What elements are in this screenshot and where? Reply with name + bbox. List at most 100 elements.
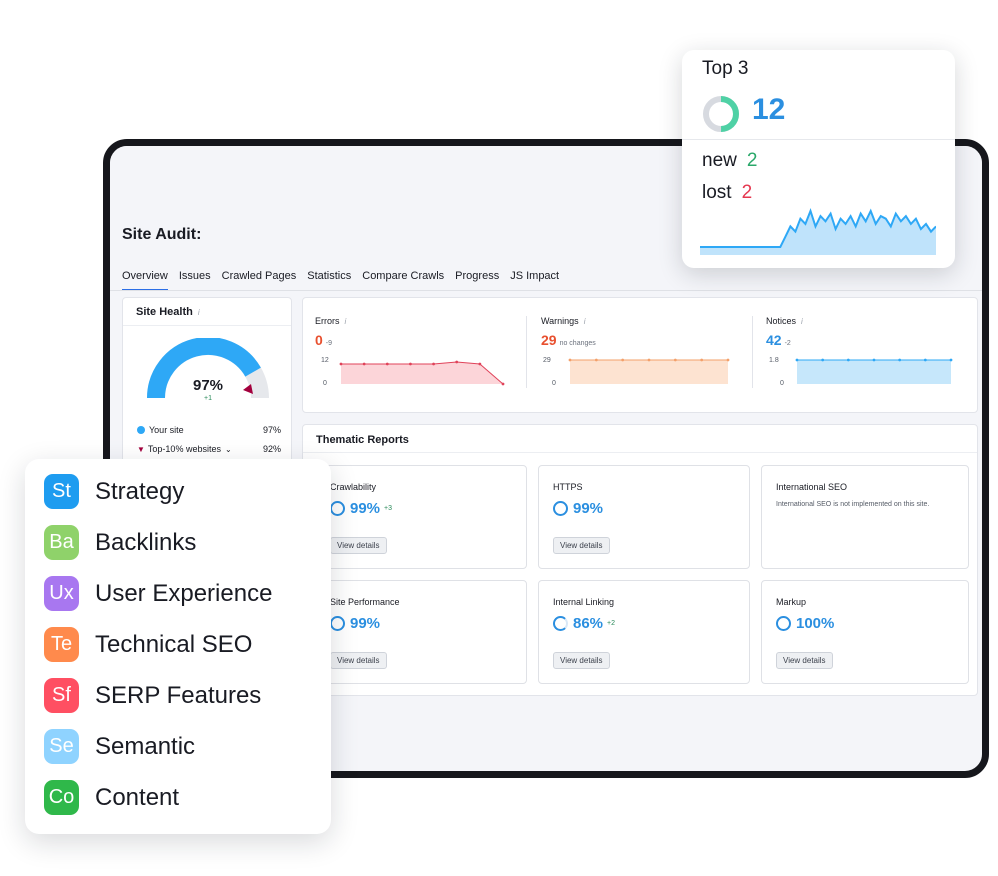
sparkline-point (362, 362, 366, 366)
info-icon[interactable]: i (198, 308, 200, 317)
technical-seo-badge-icon: Te (44, 627, 79, 662)
strategy-badge-icon: St (44, 474, 79, 509)
report-internal-linking[interactable]: Internal Linking 86% +2 View details (538, 580, 750, 684)
info-icon[interactable]: i (584, 317, 586, 326)
trend-area (700, 211, 936, 255)
sparkline-point (846, 358, 850, 362)
divider (752, 316, 753, 388)
top3-new: new 2 (702, 150, 758, 171)
errors-sparkline (339, 360, 505, 386)
sparkline-point (647, 358, 651, 362)
sparkline-point (478, 362, 482, 366)
notices-ymax: 1.8 (769, 357, 779, 364)
tool-technical-seo[interactable]: Te Technical SEO (44, 627, 252, 662)
errors-delta: -9 (325, 340, 333, 347)
tab-progress[interactable]: Progress (455, 270, 499, 291)
sparkline-point (385, 362, 389, 366)
triangle-down-icon: ▼ (137, 445, 145, 454)
errors-metric[interactable]: Errors i 0 -9 (315, 316, 346, 348)
user-experience-badge-icon: Ux (44, 576, 79, 611)
serp-features-badge-icon: Sf (44, 678, 79, 713)
report-https[interactable]: HTTPS 99% View details (538, 465, 750, 569)
sparkline-point (726, 358, 730, 362)
top3-trend-chart (700, 208, 936, 255)
tool-semantic[interactable]: Se Semantic (44, 729, 195, 764)
warnings-sparkline (568, 358, 730, 384)
tool-backlinks[interactable]: Ba Backlinks (44, 525, 196, 560)
tools-list: St Strategy Ba Backlinks Ux User Experie… (25, 459, 331, 834)
sparkline-area (570, 360, 728, 384)
top3-lost: lost 2 (702, 182, 753, 203)
content-badge-icon: Co (44, 780, 79, 815)
chevron-down-icon: ⌄ (224, 445, 232, 454)
top3-value: 12 (752, 93, 786, 126)
thematic-reports-card: Thematic Reports Crawlability 99% +3 View… (302, 424, 978, 696)
info-icon[interactable]: i (801, 317, 803, 326)
site-health-value: 97% (192, 377, 224, 394)
sparkline-point (872, 358, 876, 362)
view-details-button[interactable]: View details (553, 652, 610, 669)
top3-donut-icon (703, 96, 739, 132)
report-site-performance[interactable]: Site Performance 99% View details (315, 580, 527, 684)
view-details-button[interactable]: View details (330, 652, 387, 669)
sparkline-point (568, 358, 572, 362)
tool-strategy[interactable]: St Strategy (44, 474, 184, 509)
tab-js-impact[interactable]: JS Impact (510, 270, 559, 291)
sparkline-point (501, 382, 505, 386)
sparkline-area (341, 362, 503, 384)
tool-user-experience[interactable]: Ux User Experience (44, 576, 272, 611)
tab-statistics[interactable]: Statistics (307, 270, 351, 291)
tool-content[interactable]: Co Content (44, 780, 179, 815)
tab-compare-crawls[interactable]: Compare Crawls (362, 270, 444, 291)
sparkline-point (673, 358, 677, 362)
view-details-button[interactable]: View details (776, 652, 833, 669)
view-details-button[interactable]: View details (553, 537, 610, 554)
sparkline-point (455, 360, 459, 364)
warnings-metric[interactable]: Warnings i 29 no changes (541, 316, 596, 348)
report-crawlability[interactable]: Crawlability 99% +3 View details (315, 465, 527, 569)
notices-delta: -2 (784, 340, 791, 347)
divider (526, 316, 527, 388)
sparkline-point (432, 362, 435, 366)
info-icon[interactable]: i (345, 317, 347, 326)
errors-value: 0 (315, 332, 323, 348)
tab-overview[interactable]: Overview (122, 270, 168, 291)
sparkline-point (700, 358, 704, 362)
top3-title: Top 3 (702, 58, 749, 79)
tool-serp-features[interactable]: Sf SERP Features (44, 678, 261, 713)
errors-ymin: 0 (323, 380, 327, 387)
notices-value: 42 (766, 332, 782, 348)
divider (303, 452, 977, 453)
sparkline-point (339, 362, 343, 366)
sparkline-point (621, 358, 625, 362)
sparkline-point (949, 358, 953, 362)
report-markup[interactable]: Markup 100% View details (761, 580, 969, 684)
score-ring-icon (776, 616, 791, 631)
page-title: Site Audit: (122, 226, 202, 243)
summary-card: Errors i 0 -9 12 0 Warnings i 29 no changes … (302, 297, 978, 413)
tab-bar: Overview Issues Crawled Pages Statistics… (122, 270, 559, 291)
site-health-delta: +1 (204, 395, 212, 402)
your-site-dot-icon (137, 426, 145, 434)
tabs-divider (110, 290, 982, 291)
tab-crawled-pages[interactable]: Crawled Pages (222, 270, 297, 291)
report-international-seo[interactable]: International SEO International SEO is n… (761, 465, 969, 569)
sparkline-point (594, 358, 598, 362)
legend-top10[interactable]: ▼ Top-10% websites ⌄ 92% (137, 444, 281, 454)
sparkline-point (409, 362, 412, 366)
sparkline-point (923, 358, 927, 362)
notices-metric[interactable]: Notices i 42 -2 (766, 316, 803, 348)
site-health-title: Site Health i (136, 306, 200, 318)
divider (123, 325, 291, 326)
notices-ymin: 0 (780, 380, 784, 387)
sparkline-point (821, 358, 825, 362)
tab-issues[interactable]: Issues (179, 270, 211, 291)
thematic-reports-title: Thematic Reports (316, 434, 409, 446)
divider (682, 139, 955, 140)
view-details-button[interactable]: View details (330, 537, 387, 554)
legend-your-site: Your site 97% (137, 425, 281, 435)
top3-popup: Top 3 12 new 2 lost 2 (682, 50, 955, 268)
sparkline-point (898, 358, 902, 362)
score-ring-icon (330, 501, 345, 516)
backlinks-badge-icon: Ba (44, 525, 79, 560)
